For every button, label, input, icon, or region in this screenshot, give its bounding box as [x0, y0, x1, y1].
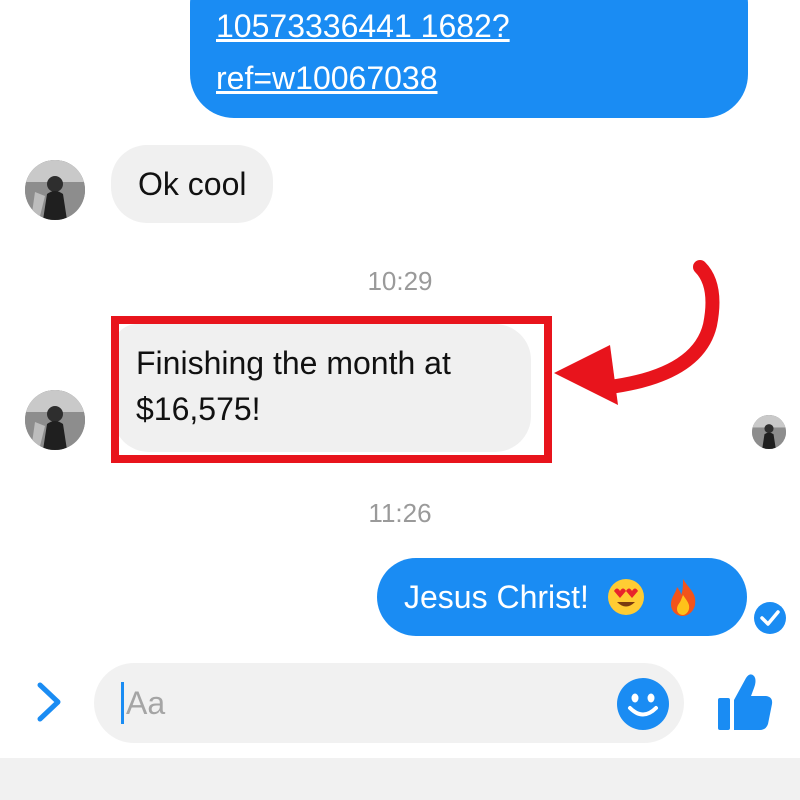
heart-eyes-emoji-icon — [606, 577, 646, 617]
timestamp: 11:26 — [368, 498, 432, 528]
red-arrow-icon — [554, 260, 720, 405]
seen-check-icon — [754, 602, 786, 634]
chat-screen: 10573336441 1682? ref=w10067038 Ok cool … — [0, 0, 800, 800]
fire-emoji-icon — [663, 577, 703, 617]
contact-avatar[interactable] — [25, 390, 85, 450]
link-text-line-1[interactable]: 10573336441 1682? — [216, 6, 510, 46]
bottom-bar — [0, 758, 800, 800]
outgoing-message-bubble[interactable]: Jesus Christ! — [377, 558, 747, 636]
chevron-right-icon[interactable] — [34, 679, 64, 725]
message-text: Jesus Christ! — [404, 579, 589, 615]
read-receipt-avatar — [752, 415, 786, 449]
input-placeholder: Aa — [126, 685, 166, 721]
contact-avatar[interactable] — [25, 160, 85, 220]
link-text-line-2[interactable]: ref=w10067038 — [216, 58, 438, 98]
outgoing-link-bubble[interactable]: 10573336441 1682? ref=w10067038 — [190, 0, 748, 118]
message-input[interactable]: Aa — [94, 663, 684, 743]
red-highlight-box — [111, 316, 552, 463]
smiley-icon[interactable] — [616, 677, 670, 731]
incoming-message-bubble[interactable]: Ok cool — [111, 145, 274, 223]
message-text: Ok cool — [138, 166, 247, 202]
thumbs-up-icon[interactable] — [716, 672, 774, 732]
text-cursor — [121, 682, 124, 724]
